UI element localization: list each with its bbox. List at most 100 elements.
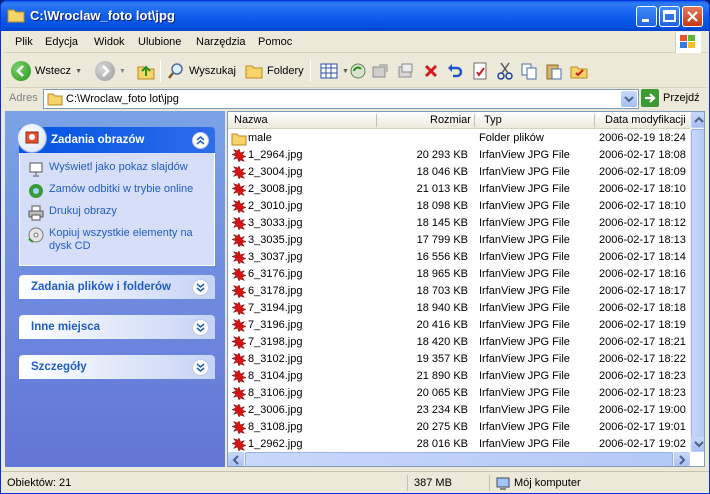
file-tasks-header[interactable]: Zadania plików i folderów [19,275,215,299]
menu-edit[interactable]: Edycja [45,36,78,48]
picture-tasks-panel: Zadania obrazów Wyświetl jako pokaz slaj… [17,123,215,266]
task-copy-to-cd[interactable]: Kopiuj wszystkie elementy na dysk CD [28,227,208,253]
column-name[interactable]: Nazwa [234,114,268,126]
irfanview-jpg-icon [231,267,247,282]
menu-view[interactable]: Widok [94,36,125,48]
file-type: IrfanView JPG File [479,438,570,450]
file-type: IrfanView JPG File [479,319,570,331]
other-places-header[interactable]: Inne miejsca [19,315,215,339]
go-label: Przejdź [663,92,700,104]
file-date: 2006-02-17 19:00 [599,404,686,416]
file-row[interactable]: 3_3037.jpg 16 556 KB IrfanView JPG File 200… [228,249,690,266]
menu-help[interactable]: Pomoc [258,36,292,48]
menu-tools[interactable]: Narzędzia [196,36,246,48]
file-row[interactable]: 2_3006.jpg 23 234 KB IrfanView JPG File 200… [228,402,690,419]
file-row[interactable]: 8_3108.jpg 20 275 KB IrfanView JPG File 200… [228,419,690,436]
task-slideshow[interactable]: Wyświetl jako pokaz slajdów [28,161,208,177]
undo-button[interactable] [446,58,464,84]
move-to-button[interactable] [371,58,389,84]
scroll-left-button[interactable] [228,452,244,466]
column-divider[interactable] [376,114,377,127]
horizontal-scrollbar[interactable] [228,452,690,466]
file-row[interactable]: 2_3008.jpg 21 013 KB IrfanView JPG File 200… [228,181,690,198]
file-name: 1_2964.jpg [248,149,303,161]
folder-icon [231,133,247,146]
menu-favorites[interactable]: Ulubione [138,36,181,48]
expand-button[interactable] [192,319,209,336]
file-row[interactable]: 1_2964.jpg 20 293 KB IrfanView JPG File 200… [228,147,690,164]
expand-button[interactable] [192,359,209,376]
file-row[interactable]: 6_3178.jpg 18 703 KB IrfanView JPG File 200… [228,283,690,300]
search-button[interactable]: Wyszukaj [167,58,236,84]
properties-button[interactable] [472,58,488,84]
file-size: 18 145 KB [416,217,468,229]
task-print[interactable]: Drukuj obrazy [28,205,208,221]
file-name: 3_3035.jpg [248,234,303,246]
picture-tasks-header[interactable]: Zadania obrazów [17,123,215,153]
file-type: IrfanView JPG File [479,166,570,178]
folders-button[interactable]: Foldery [245,58,304,84]
file-size: 16 556 KB [416,251,468,263]
expand-button[interactable] [192,279,209,296]
vertical-scrollbar[interactable] [690,112,704,452]
file-row[interactable]: 6_3176.jpg 18 965 KB IrfanView JPG File 200… [228,266,690,283]
folders-icon [245,65,263,79]
file-row[interactable]: 2_3004.jpg 18 046 KB IrfanView JPG File 200… [228,164,690,181]
up-folder-button[interactable] [136,58,156,84]
file-row[interactable]: 2_3010.jpg 18 098 KB IrfanView JPG File 200… [228,198,690,215]
file-size: 28 016 KB [416,438,468,450]
scroll-right-button[interactable] [674,452,690,466]
folders-label: Foldery [267,65,304,77]
file-name: 2_3008.jpg [248,183,303,195]
column-divider[interactable] [474,114,475,127]
column-divider[interactable] [594,114,595,127]
file-size: 21 013 KB [416,183,468,195]
cut-button[interactable] [497,58,513,84]
file-row[interactable]: 7_3194.jpg 18 940 KB IrfanView JPG File 200… [228,300,690,317]
file-row[interactable]: 1_2962.jpg 28 016 KB IrfanView JPG File 200… [228,436,690,453]
column-date[interactable]: Data modyfikacji [605,114,686,126]
file-row[interactable]: 8_3106.jpg 20 065 KB IrfanView JPG File 200… [228,385,690,402]
vertical-scroll-thumb[interactable] [691,129,704,437]
task-order-prints[interactable]: Zamów odbitki w trybie online [28,183,208,199]
column-size[interactable]: Rozmiar [430,114,471,126]
menu-file[interactable]: Plik [15,36,33,48]
scroll-up-button[interactable] [691,112,704,128]
file-row[interactable]: 8_3104.jpg 21 890 KB IrfanView JPG File 200… [228,368,690,385]
properties-icon [473,62,487,80]
file-date: 2006-02-17 18:19 [599,319,686,331]
title-bar[interactable]: C:\Wroclaw_foto lot\jpg [1,1,709,31]
file-row[interactable]: 7_3196.jpg 20 416 KB IrfanView JPG File 200… [228,317,690,334]
chevron-down-icon: ▼ [75,67,82,75]
details-header[interactable]: Szczegóły [19,355,215,379]
file-type: IrfanView JPG File [479,149,570,161]
file-row[interactable]: 3_3033.jpg 18 145 KB IrfanView JPG File 200… [228,215,690,232]
copy-button[interactable] [520,58,538,84]
horizontal-scroll-thumb[interactable] [245,452,673,466]
address-dropdown-button[interactable] [621,91,637,107]
column-type[interactable]: Typ [484,114,502,126]
close-button[interactable] [682,6,703,27]
delete-button[interactable] [423,58,439,84]
file-row[interactable]: 7_3198.jpg 18 420 KB IrfanView JPG File 200… [228,334,690,351]
go-button[interactable]: Przejdź [641,89,700,107]
file-row[interactable]: 8_3102.jpg 19 357 KB IrfanView JPG File 200… [228,351,690,368]
folder-check-icon [570,66,588,79]
task-label: Kopiuj wszystkie elementy na dysk CD [49,227,193,252]
scroll-down-button[interactable] [691,436,704,452]
chevron-up-icon [694,116,704,123]
maximize-button[interactable] [659,6,680,27]
minimize-button[interactable] [636,6,657,27]
paste-button[interactable] [545,58,563,84]
sync-button[interactable] [349,58,367,84]
copy-to-button[interactable] [397,58,415,84]
back-button[interactable]: Wstecz ▼ [11,58,82,84]
address-input[interactable]: C:\Wroclaw_foto lot\jpg [43,89,639,109]
views-button[interactable]: ▼ [320,58,349,84]
file-row[interactable]: 3_3035.jpg 17 799 KB IrfanView JPG File 200… [228,232,690,249]
irfanview-jpg-icon [231,335,247,350]
folder-options-button[interactable] [570,58,588,84]
forward-button[interactable]: ▼ [95,58,126,84]
collapse-button[interactable] [192,132,209,149]
file-row[interactable]: male Folder plików 2006-02-19 18:24 [228,130,690,147]
